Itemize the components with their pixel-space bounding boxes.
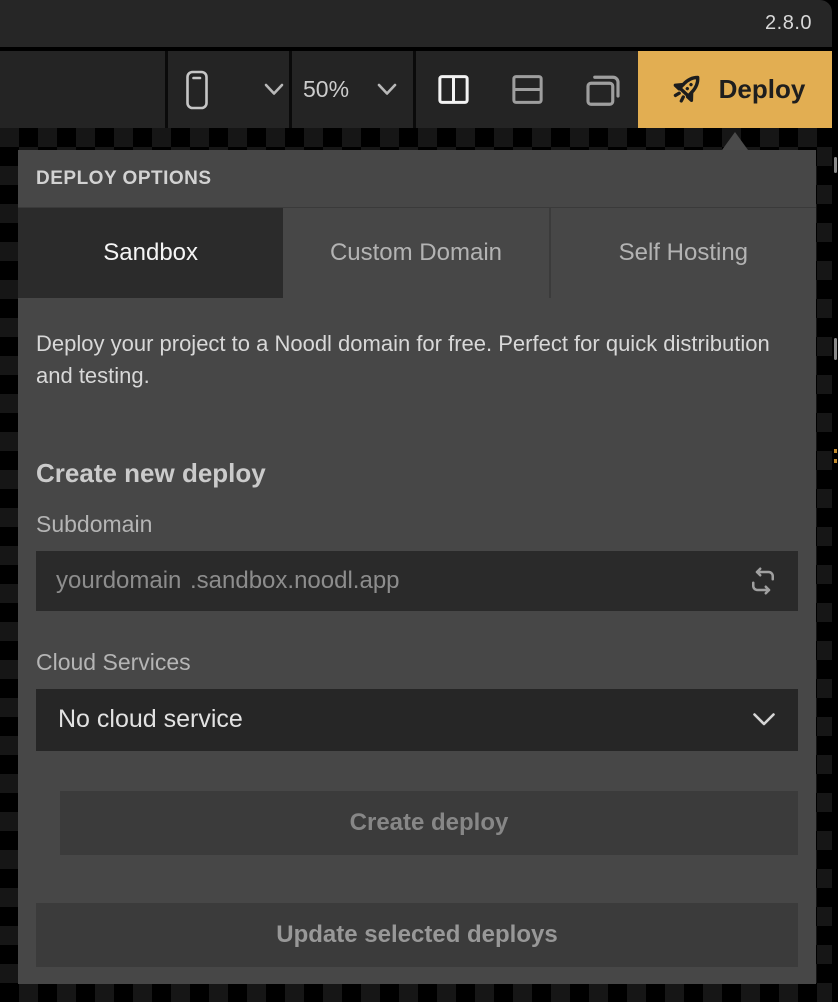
- popup-arrow: [722, 132, 748, 150]
- subdomain-field-row: .sandbox.noodl.app: [36, 551, 798, 611]
- sandbox-description: Deploy your project to a Noodl domain fo…: [36, 328, 784, 392]
- cloud-services-label: Cloud Services: [36, 649, 798, 676]
- edge-artifact: [834, 449, 837, 453]
- cloud-services-select[interactable]: No cloud service: [36, 689, 798, 751]
- tab-sandbox[interactable]: Sandbox: [18, 208, 283, 298]
- zoom-level-dropdown[interactable]: 50%: [303, 51, 397, 128]
- edge-artifact: [834, 459, 837, 463]
- stacked-windows-button[interactable]: [584, 72, 622, 108]
- app-version: 2.8.0: [765, 12, 812, 35]
- window-edge: [832, 0, 838, 1002]
- subdomain-input[interactable]: [56, 567, 190, 595]
- layout-switcher: [436, 51, 622, 128]
- toolbar-divider: [413, 51, 416, 128]
- subdomain-suffix: .sandbox.noodl.app: [190, 567, 748, 595]
- chevron-down-icon: [377, 83, 397, 96]
- regenerate-subdomain-button[interactable]: [748, 566, 778, 596]
- popup-header: DEPLOY OPTIONS: [18, 150, 816, 208]
- deploy-button-label: Deploy: [719, 74, 806, 105]
- device-preview-dropdown[interactable]: [184, 51, 284, 128]
- canvas-toolbar: 50%: [0, 51, 832, 128]
- toolbar-divider: [289, 51, 292, 128]
- tab-self-hosting[interactable]: Self Hosting: [549, 208, 816, 298]
- refresh-icon: [748, 566, 778, 596]
- deploy-button[interactable]: Deploy: [638, 51, 832, 128]
- tab-custom-domain[interactable]: Custom Domain: [283, 208, 548, 298]
- scrollbar-fragment: [834, 338, 837, 360]
- split-horizontal-icon: [510, 73, 545, 106]
- toolbar-divider: [165, 51, 168, 128]
- popup-content: Deploy your project to a Noodl domain fo…: [18, 328, 816, 989]
- popup-title: DEPLOY OPTIONS: [36, 168, 212, 190]
- stacked-windows-icon: [584, 72, 622, 108]
- subdomain-label: Subdomain: [36, 511, 798, 538]
- deploy-tabs: Sandbox Custom Domain Self Hosting: [18, 208, 816, 298]
- chevron-down-icon: [752, 712, 776, 727]
- split-vertical-icon: [436, 73, 471, 106]
- scrollbar-fragment: [834, 157, 837, 173]
- title-bar: 2.8.0: [0, 0, 832, 47]
- split-vertical-button[interactable]: [436, 73, 471, 106]
- rocket-icon: [665, 69, 707, 111]
- phone-icon: [184, 70, 210, 110]
- cloud-services-selected-value: No cloud service: [58, 705, 243, 734]
- chevron-down-icon: [264, 83, 284, 96]
- split-horizontal-button[interactable]: [510, 73, 545, 106]
- create-deploy-heading: Create new deploy: [36, 458, 798, 489]
- update-selected-deploys-button[interactable]: Update selected deploys: [36, 903, 798, 967]
- create-deploy-button[interactable]: Create deploy: [60, 791, 798, 855]
- zoom-level-value: 50%: [303, 76, 349, 103]
- deploy-options-popup: DEPLOY OPTIONS Sandbox Custom Domain Sel…: [18, 150, 816, 984]
